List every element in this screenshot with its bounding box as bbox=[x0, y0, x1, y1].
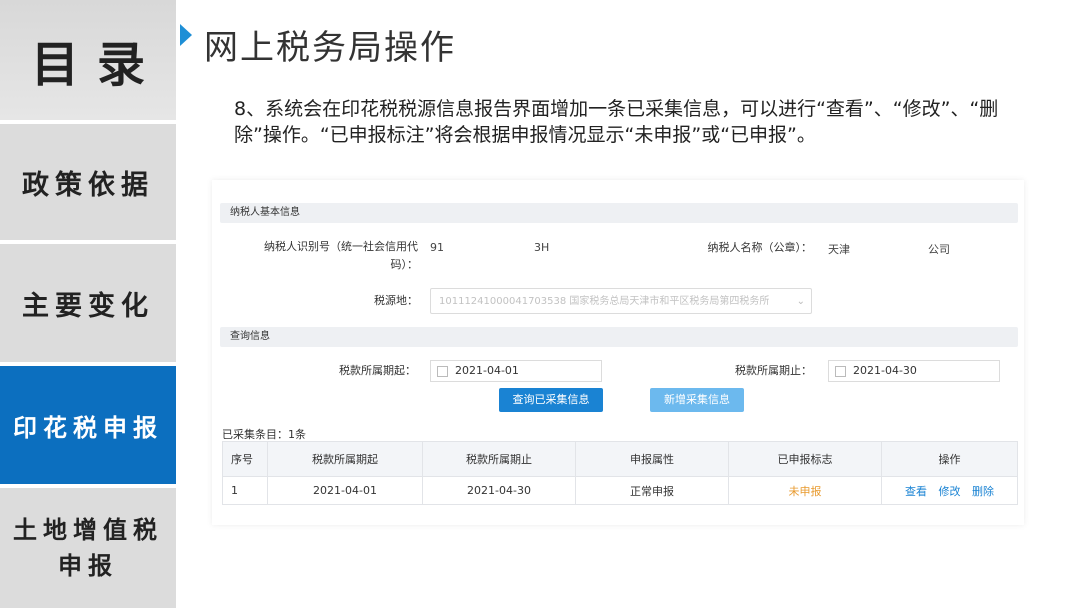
collected-count: 已采集条目：1条 bbox=[222, 428, 306, 441]
taxpayer-name-label: 纳税人名称（公章）： bbox=[707, 241, 813, 254]
nav-item-policy-basis[interactable]: 政策依据 bbox=[0, 124, 176, 240]
add-collection-button[interactable]: 新增采集信息 bbox=[650, 388, 744, 412]
delete-link[interactable]: 删除 bbox=[972, 485, 994, 498]
tax-source-select[interactable]: 10111241000041703538 国家税务总局天津市和平区税务局第四税务… bbox=[430, 288, 812, 314]
view-link[interactable]: 查看 bbox=[905, 485, 927, 498]
section-query-info: 查询信息 bbox=[220, 327, 1018, 347]
calendar-icon bbox=[835, 366, 846, 377]
col-header-flag: 已申报标志 bbox=[728, 441, 882, 477]
taxpayer-id-value-suffix: 3H bbox=[534, 241, 550, 254]
col-header-end: 税款所属期止 bbox=[422, 441, 576, 477]
stamp-tax-source-panel: 纳税人基本信息 纳税人识别号（统一社会信用代码）： 91 3H 纳税人名称（公章… bbox=[212, 180, 1024, 525]
cell-flag: 未申报 bbox=[728, 476, 882, 505]
calendar-icon bbox=[437, 366, 448, 377]
col-header-start: 税款所属期起 bbox=[267, 441, 423, 477]
nav-item-stamp-tax-filing[interactable]: 印花税申报 bbox=[0, 366, 176, 484]
cell-start: 2021-04-01 bbox=[267, 476, 423, 505]
col-header-no: 序号 bbox=[222, 441, 268, 477]
toc-heading[interactable]: 目录 bbox=[0, 0, 176, 120]
section-taxpayer-info: 纳税人基本信息 bbox=[220, 203, 1018, 223]
nav-item-main-changes[interactable]: 主要变化 bbox=[0, 244, 176, 362]
table-header-row: 序号 税款所属期起 税款所属期止 申报属性 已申报标志 操作 bbox=[222, 441, 1018, 477]
taxpayer-id-value-prefix: 91 bbox=[430, 241, 444, 254]
taxpayer-id-label: 纳税人识别号（统一社会信用代码）： bbox=[264, 240, 418, 271]
cell-actions: 查看 修改 删除 bbox=[881, 476, 1018, 505]
period-end-input[interactable]: 2021-04-30 bbox=[828, 360, 1000, 382]
cell-end: 2021-04-30 bbox=[422, 476, 576, 505]
cell-no: 1 bbox=[222, 476, 268, 505]
edit-link[interactable]: 修改 bbox=[939, 485, 961, 498]
col-header-attr: 申报属性 bbox=[575, 441, 729, 477]
chevron-down-icon: ⌄ bbox=[796, 296, 805, 307]
period-end-value: 2021-04-30 bbox=[853, 364, 917, 377]
page-title: 网上税务局操作 bbox=[204, 28, 456, 68]
table-row: 1 2021-04-01 2021-04-30 正常申报 未申报 查看 修改 删… bbox=[222, 476, 1018, 505]
query-collected-button[interactable]: 查询已采集信息 bbox=[499, 388, 603, 412]
title-arrow-icon bbox=[180, 24, 192, 46]
nav-item-land-vat-filing[interactable]: 土地增值税申报 bbox=[0, 488, 176, 608]
taxpayer-name-value-prefix: 天津 bbox=[828, 243, 850, 256]
cell-attr: 正常申报 bbox=[575, 476, 729, 505]
taxpayer-name-value-suffix: 公司 bbox=[928, 243, 950, 256]
status-badge: 未申报 bbox=[788, 484, 822, 498]
period-start-value: 2021-04-01 bbox=[455, 364, 519, 377]
period-start-label: 税款所属期起： bbox=[339, 364, 416, 377]
tax-source-label: 税源地： bbox=[374, 294, 418, 307]
collected-table: 序号 税款所属期起 税款所属期止 申报属性 已申报标志 操作 1 2021-04… bbox=[222, 441, 1018, 505]
period-start-input[interactable]: 2021-04-01 bbox=[430, 360, 602, 382]
tax-source-value: 10111241000041703538 国家税务总局天津市和平区税务局第四税务… bbox=[439, 296, 770, 307]
period-end-label: 税款所属期止： bbox=[735, 364, 812, 377]
sidebar-nav: 目录 政策依据 主要变化 印花税申报 土地增值税申报 bbox=[0, 0, 176, 608]
step-description: 8、系统会在印花税税源信息报告界面增加一条已采集信息，可以进行“查看”、“修改”… bbox=[234, 98, 999, 146]
col-header-actions: 操作 bbox=[881, 441, 1018, 477]
